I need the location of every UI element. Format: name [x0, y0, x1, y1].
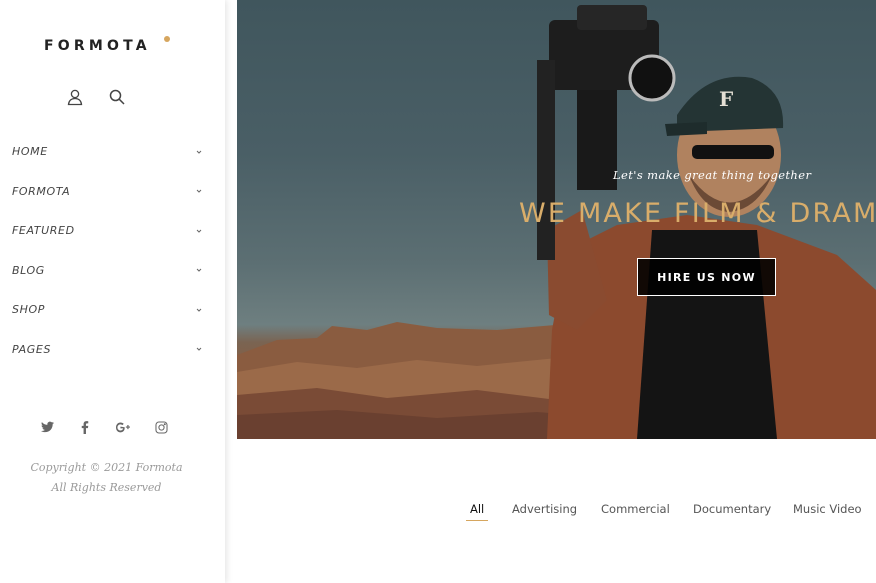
sidebar-item-shop[interactable]: SHOP [0, 290, 225, 330]
sidebar-item-formota[interactable]: FORMOTA [0, 172, 225, 212]
sidebar-item-label: FEATURED [12, 224, 75, 238]
social-links [40, 420, 168, 434]
filter-tab-all[interactable]: All [465, 502, 489, 521]
filter-tab-advertising[interactable]: Advertising [512, 502, 577, 516]
sidebar-item-label: PAGES [12, 342, 52, 356]
sidebar-item-label: BLOG [12, 263, 45, 277]
site-logo[interactable]: FORMOTA [44, 38, 151, 54]
sidebar-item-label: SHOP [12, 303, 45, 317]
sidebar-item-home[interactable]: HOME [0, 132, 225, 172]
search-icon[interactable] [108, 88, 126, 106]
sidebar-item-blog[interactable]: BLOG [0, 251, 225, 291]
chevron-down-icon [196, 150, 202, 154]
copyright: Copyright © 2021 Formota All Rights Rese… [0, 458, 213, 498]
sidebar-item-label: FORMOTA [12, 184, 71, 198]
sidebar-item-label: HOME [12, 145, 48, 159]
filter-tab-music-video[interactable]: Music Video [793, 502, 862, 516]
hero-title: WE MAKE FILM & DRAM [519, 198, 876, 229]
chevron-down-icon [196, 229, 202, 233]
hire-us-button[interactable]: HIRE US NOW [637, 258, 776, 296]
sidebar-item-featured[interactable]: FEATURED [0, 211, 225, 251]
logo-accent-dot [164, 36, 170, 42]
svg-text:F: F [719, 87, 733, 111]
hero-banner: F Let's make great thing together WE MAK… [237, 0, 876, 439]
sidebar-menu: HOME FORMOTA FEATURED BLOG SHOP PAGES [0, 132, 225, 369]
filter-tab-documentary[interactable]: Documentary [693, 502, 771, 516]
chevron-down-icon [196, 189, 202, 193]
chevron-down-icon [196, 308, 202, 312]
hero-tagline: Let's make great thing together [613, 168, 812, 182]
chevron-down-icon [196, 347, 202, 351]
user-icon[interactable] [66, 88, 84, 106]
twitter-icon[interactable] [40, 420, 54, 434]
copyright-line: All Rights Reserved [51, 481, 162, 494]
sidebar-top-icons [66, 88, 126, 106]
google-plus-icon[interactable] [116, 420, 130, 434]
sidebar: FORMOTA HOME FORMOTA FEATURED BLOG SHOP … [0, 0, 225, 583]
chevron-down-icon [196, 268, 202, 272]
facebook-icon[interactable] [78, 420, 92, 434]
instagram-icon[interactable] [154, 420, 168, 434]
copyright-line: Copyright © 2021 Formota [30, 461, 183, 474]
sidebar-item-pages[interactable]: PAGES [0, 330, 225, 370]
filter-tab-commercial[interactable]: Commercial [601, 502, 670, 516]
